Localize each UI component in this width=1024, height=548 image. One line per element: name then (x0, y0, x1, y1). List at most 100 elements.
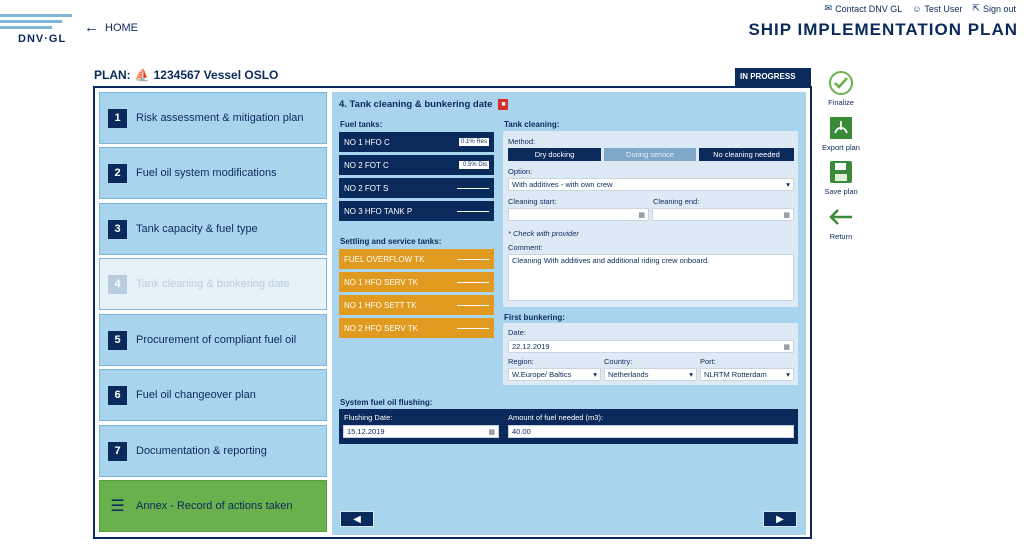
region-value: W.Europe/ Baltics (512, 370, 572, 379)
cleaning-end-input[interactable]: ▦ (652, 208, 794, 221)
return-button[interactable]: Return (818, 204, 864, 241)
tank-line (457, 258, 489, 260)
step-4-active[interactable]: 4 Tank cleaning & bunkering date (99, 258, 327, 310)
check-provider-note: * Check with provider (508, 229, 579, 238)
pdf-export-icon (828, 115, 854, 141)
pdf-icon[interactable]: ■ (498, 99, 509, 110)
step-label: Tank cleaning & bunkering date (136, 278, 290, 290)
user-link[interactable]: ☺ Test User (912, 3, 962, 14)
step-6[interactable]: 6 Fuel oil changeover plan (99, 369, 327, 421)
user-label: Test User (924, 3, 963, 14)
tank-badge: 0.5% Dis (459, 161, 489, 169)
app-title: SHIP IMPLEMENTATION PLAN (748, 20, 1018, 39)
option-select[interactable]: With additives - with own crew ▾ (508, 178, 794, 191)
step-5[interactable]: 5 Procurement of compliant fuel oil (99, 314, 327, 366)
contact-link[interactable]: ✉ Contact DNV GL (825, 3, 903, 14)
port-select[interactable]: NLRTM Rotterdam ▾ (700, 368, 794, 381)
vessel-name: 1234567 Vessel OSLO (153, 68, 279, 82)
flushing-date-label: Flushing Date: (344, 413, 393, 422)
tank-name: FUEL OVERFLOW TK (344, 254, 425, 264)
export-label: Export plan (822, 143, 860, 152)
method-no-cleaning-button[interactable]: No cleaning needed (699, 148, 794, 161)
step-label: Procurement of compliant fuel oil (136, 334, 297, 346)
step-1[interactable]: 1 Risk assessment & mitigation plan (99, 92, 327, 144)
dropdown-caret-icon: ▾ (593, 370, 597, 379)
step-7[interactable]: 7 Documentation & reporting (99, 425, 327, 477)
signout-link[interactable]: ⇱ Sign out (972, 3, 1016, 14)
country-select[interactable]: Netherlands ▾ (604, 368, 697, 381)
tank-line (457, 281, 489, 283)
dropdown-caret-icon: ▾ (689, 370, 693, 379)
signout-icon: ⇱ (972, 3, 980, 13)
settling-tank-item[interactable]: NO 2 HFO SERV TK (339, 318, 494, 338)
finalize-button[interactable]: Finalize (818, 70, 864, 107)
step-label: Annex - Record of actions taken (136, 500, 293, 512)
envelope-icon: ✉ (824, 3, 833, 13)
option-value: With additives - with own crew (512, 180, 613, 189)
fuel-tank-item[interactable]: NO 1 HFO C 0.1% Res (339, 132, 494, 152)
step-number: 1 (108, 108, 127, 128)
finalize-label: Finalize (828, 98, 854, 107)
country-value: Netherlands (608, 370, 649, 379)
step-label: Fuel oil changeover plan (136, 389, 256, 401)
tank-name: NO 2 HFO SERV TK (344, 323, 418, 333)
flushing-section-label: System fuel oil flushing: (340, 398, 433, 407)
tank-name: NO 2 FOT C (344, 160, 389, 170)
settling-tank-item[interactable]: NO 1 HFO SERV TK (339, 272, 494, 292)
settling-tanks-label: Settling and service tanks: (340, 237, 442, 246)
calendar-icon: ▦ (783, 211, 790, 219)
port-label: Port: (700, 357, 716, 366)
step-label: Fuel oil system modifications (136, 167, 277, 179)
arrow-left-icon: ◀ (353, 513, 361, 525)
plan-label: PLAN: (94, 68, 131, 82)
arrow-right-icon: ▶ (776, 513, 784, 525)
cleaning-start-input[interactable]: ▦ (508, 208, 649, 221)
method-label: Method: (508, 137, 536, 146)
step-label: Tank capacity & fuel type (136, 223, 258, 235)
home-link[interactable]: ← HOME (84, 19, 138, 36)
logo-text: DNV·GL (18, 33, 67, 45)
dropdown-caret-icon: ▾ (786, 370, 790, 379)
tank-name: NO 3 HFO TANK P (344, 206, 413, 216)
region-select[interactable]: W.Europe/ Baltics ▾ (508, 368, 601, 381)
next-button[interactable]: ▶ (763, 511, 797, 527)
flushing-date-input[interactable]: 15.12.2019 ▦ (343, 425, 499, 438)
first-bunkering-label: First bunkering: (504, 313, 565, 322)
country-label: Country: (604, 357, 633, 366)
cleaning-end-label: Cleaning end: (653, 197, 700, 206)
comment-textarea[interactable]: Cleaning With additives and additional r… (508, 254, 794, 301)
cleaning-start-label: Cleaning start: (508, 197, 557, 206)
tank-line (457, 210, 489, 212)
comment-value: Cleaning With additives and additional r… (512, 256, 710, 265)
export-plan-button[interactable]: Export plan (818, 115, 864, 152)
plan-header: PLAN: ⛵ 1234567 Vessel OSLO (94, 68, 278, 82)
section-title: 4. Tank cleaning & bunkering date ■ (339, 99, 509, 110)
signout-label: Sign out (982, 3, 1016, 14)
fuel-tank-item[interactable]: NO 2 FOT S (339, 178, 494, 198)
bunkering-date-input[interactable]: 22.12.2019 ▦ (508, 340, 794, 353)
settling-tank-item[interactable]: FUEL OVERFLOW TK (339, 249, 494, 269)
fuel-tank-item[interactable]: NO 3 HFO TANK P (339, 201, 494, 221)
list-icon: ☰ (110, 498, 125, 515)
step-label: Documentation & reporting (136, 445, 267, 457)
tank-line (457, 304, 489, 306)
settling-tank-item[interactable]: NO 1 HFO SETT TK (339, 295, 494, 315)
step-3[interactable]: 3 Tank capacity & fuel type (99, 203, 327, 255)
option-label: Option: (508, 167, 533, 176)
step-annex[interactable]: ☰ Annex - Record of actions taken (99, 480, 327, 532)
step-number: 7 (108, 441, 127, 461)
return-label: Return (829, 232, 853, 241)
previous-button[interactable]: ◀ (340, 511, 374, 527)
port-value: NLRTM Rotterdam (704, 370, 767, 379)
calendar-icon: ▦ (783, 343, 790, 351)
save-label: Save plan (824, 187, 858, 196)
method-during-service-button[interactable]: During service (604, 148, 696, 161)
status-badge: IN PROGRESS (735, 68, 811, 86)
tank-name: NO 1 HFO C (344, 137, 390, 147)
method-dry-docking-button[interactable]: Dry docking (508, 148, 601, 161)
fuel-amount-input[interactable]: 40.00 (508, 425, 794, 438)
save-plan-button[interactable]: Save plan (818, 159, 864, 196)
tank-name: NO 2 FOT S (344, 183, 389, 193)
fuel-tank-item[interactable]: NO 2 FOT C 0.5% Dis (339, 155, 494, 175)
step-2[interactable]: 2 Fuel oil system modifications (99, 147, 327, 199)
